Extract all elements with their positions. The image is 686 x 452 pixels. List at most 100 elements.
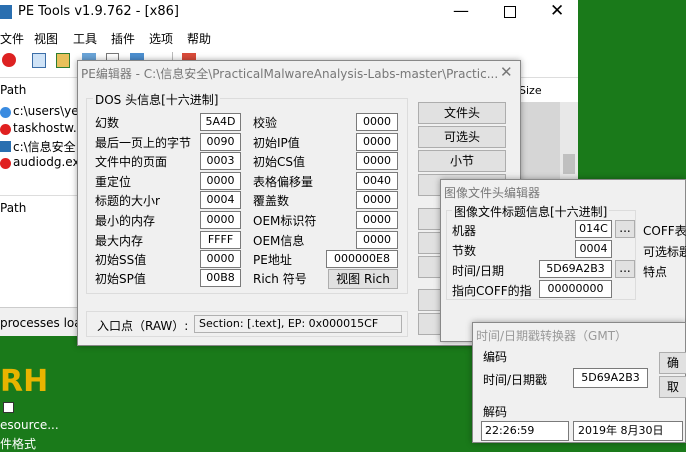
edit-icon[interactable]	[32, 53, 46, 68]
machine-field[interactable]: 014C	[575, 220, 612, 238]
field-label: 初始IP值	[253, 136, 300, 150]
pe-editor-title: PE编辑器 - C:\信息安全\PracticalMalwareAnalysis…	[81, 67, 499, 81]
timestamp-ellipsis-button[interactable]: ...	[615, 260, 635, 278]
tree-icon[interactable]	[56, 53, 70, 68]
desktop-icon-logo: RH	[0, 364, 49, 399]
overlay-number-field[interactable]: 0000	[356, 191, 398, 209]
machine-ellipsis-button[interactable]: ...	[615, 220, 635, 238]
pe-address-label: PE地址	[253, 253, 292, 267]
process-path: c:\信息安全	[13, 140, 76, 154]
date-field[interactable]: 2019年 8月30日	[573, 421, 683, 441]
field-label: 覆盖数	[253, 194, 290, 208]
decode-label: 解码	[483, 405, 508, 419]
encode-label: 编码	[483, 350, 508, 364]
field-label: 幻数	[95, 116, 120, 130]
magic-field[interactable]: 5A4D	[200, 113, 241, 131]
desktop-icon-label-2: 件格式	[0, 437, 37, 451]
warning-icon	[0, 158, 11, 169]
desktop-icon-label: esource...	[0, 418, 59, 432]
coff-table-size-label: COFF表大	[643, 224, 686, 238]
field-label: OEM信息	[253, 234, 305, 248]
warning-icon	[0, 124, 11, 135]
oem-id-field[interactable]: 0000	[356, 211, 398, 229]
field-label: 机器	[452, 224, 477, 238]
menu-bar: 文件 视图 工具 插件 选项 帮助	[0, 27, 578, 47]
field-label: 最后一页上的字节	[95, 136, 192, 150]
main-title-bar: PE Tools v1.9.762 - [x86] — ✕	[0, 0, 578, 24]
menu-file[interactable]: 文件	[0, 30, 24, 47]
time-converter-window: 时间/日期戳转换器（GMT） 编码 时间/日期戳 5D69A2B3 确 取 解码…	[472, 322, 686, 443]
menu-help[interactable]: 帮助	[187, 30, 211, 47]
scrollbar-thumb[interactable]	[563, 154, 575, 174]
modules-header-path[interactable]: Path	[0, 201, 26, 215]
section-count-field[interactable]: 0004	[575, 240, 612, 258]
file-header-button[interactable]: 文件头	[418, 102, 506, 124]
field-label: 指向COFF的指	[452, 284, 532, 298]
status-text: processes load	[0, 316, 90, 330]
field-label: 标题的大小r	[95, 194, 160, 208]
initial-ss-field[interactable]: 0000	[200, 250, 241, 268]
dos-header-group-title: DOS 头信息[十六进制]	[93, 91, 221, 108]
field-label: OEM标识符	[253, 214, 317, 228]
time-converter-title: 时间/日期戳转换器（GMT）	[476, 329, 628, 343]
oem-info-field[interactable]: 0000	[356, 231, 398, 249]
rich-label: Rich 符号	[253, 272, 307, 286]
timestamp-field[interactable]: 5D69A2B3	[539, 260, 612, 278]
menu-view[interactable]: 视图	[34, 30, 58, 47]
menu-options[interactable]: 选项	[149, 30, 173, 47]
characteristics-label: 特点	[643, 265, 668, 279]
field-label: 初始SP值	[95, 272, 146, 286]
chrome-icon	[0, 107, 11, 118]
menu-plugins[interactable]: 插件	[111, 30, 135, 47]
max-alloc-field[interactable]: FFFF	[200, 231, 241, 249]
desktop-icon[interactable]: RH esource... 件格式	[0, 360, 70, 451]
view-rich-button[interactable]: 视图 Rich	[328, 269, 398, 289]
shortcut-arrow-icon	[3, 402, 14, 413]
image-header-group-title: 图像文件标题信息[十六进制]	[452, 203, 610, 220]
field-label: 最小的内存	[95, 214, 156, 228]
process-path: audiodg.exe	[13, 155, 87, 169]
field-label: 最大内存	[95, 234, 144, 248]
time-field[interactable]: 22:26:59	[481, 421, 569, 441]
optional-header-size-label: 可选标题	[643, 245, 686, 259]
ok-button[interactable]: 确	[659, 352, 686, 374]
pe-editor-close-icon[interactable]: ✕	[500, 63, 513, 81]
close-icon[interactable]: ✕	[550, 1, 564, 21]
pe-address-field[interactable]: 000000E8	[326, 250, 398, 268]
exe-icon	[0, 141, 11, 152]
optional-header-button[interactable]: 可选头	[418, 126, 506, 148]
list-header-size[interactable]: Size	[519, 84, 542, 97]
stop-icon[interactable]	[2, 53, 16, 67]
bytes-last-page-field[interactable]: 0090	[200, 133, 241, 151]
header-size-field[interactable]: 0004	[200, 191, 241, 209]
field-label: 初始SS值	[95, 253, 147, 267]
maximize-icon[interactable]	[504, 6, 516, 18]
pages-in-file-field[interactable]: 0003	[200, 152, 241, 170]
field-label: 文件中的页面	[95, 155, 168, 169]
field-label: 时间/日期	[452, 264, 505, 278]
menu-tools[interactable]: 工具	[73, 30, 97, 47]
converter-timestamp-field[interactable]: 5D69A2B3	[573, 368, 648, 388]
initial-cs-field[interactable]: 0000	[356, 152, 398, 170]
field-label: 初始CS值	[253, 155, 305, 169]
sections-button[interactable]: 小节	[418, 150, 506, 172]
checksum-field[interactable]: 0000	[356, 113, 398, 131]
main-window-title: PE Tools v1.9.762 - [x86]	[18, 4, 179, 19]
coff-pointer-field[interactable]: 00000000	[539, 280, 612, 298]
entry-point-label: 入口点（RAW）:	[97, 319, 189, 333]
timestamp-label: 时间/日期戳	[483, 373, 548, 387]
field-label: 节数	[452, 244, 477, 258]
list-header-path[interactable]: Path	[0, 83, 26, 97]
file-header-editor-title: 图像文件头编辑器	[444, 186, 541, 200]
field-label: 校验	[253, 116, 278, 130]
cancel-button[interactable]: 取	[659, 376, 686, 398]
min-alloc-field[interactable]: 0000	[200, 211, 241, 229]
relocations-field[interactable]: 0000	[200, 172, 241, 190]
field-label: 表格偏移量	[253, 175, 314, 189]
initial-sp-field[interactable]: 00B8	[200, 269, 241, 287]
entry-point-field[interactable]: Section: [.text], EP: 0x000015CF	[194, 315, 402, 333]
app-icon	[0, 5, 12, 19]
initial-ip-field[interactable]: 0000	[356, 133, 398, 151]
minimize-icon[interactable]: —	[453, 1, 469, 20]
table-offset-field[interactable]: 0040	[356, 172, 398, 190]
